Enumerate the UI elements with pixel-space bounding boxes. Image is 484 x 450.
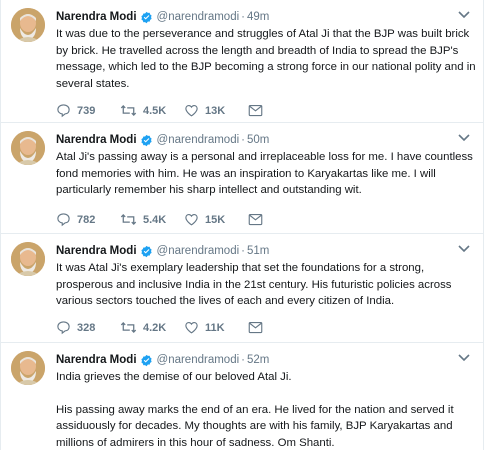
retweet-count: 5.4K	[143, 213, 167, 226]
reply-button[interactable]: 739	[56, 103, 120, 118]
retweet-count: 4.5K	[143, 104, 167, 117]
author-name[interactable]: Narendra Modi	[56, 354, 137, 366]
reply-icon	[57, 213, 70, 227]
tweet-paragraph: His passing away marks the end of an era…	[56, 403, 454, 449]
tweet-3[interactable]: Narendra Modi @narendramodi · 51m It was…	[1, 234, 483, 343]
tweet-text: Atal Ji's passing away is a personal and…	[56, 149, 476, 199]
like-count: 11K	[205, 321, 225, 334]
reply-icon	[57, 321, 70, 335]
avatar[interactable]	[11, 242, 45, 276]
tweet-paragraph: It was Atal Ji's exemplary leadership th…	[56, 262, 452, 307]
verified-badge-icon	[140, 245, 152, 257]
retweet-button[interactable]: 5.4K	[120, 212, 184, 227]
retweet-icon	[120, 214, 137, 225]
direct-message-button[interactable]	[248, 213, 269, 226]
author-name[interactable]: Narendra Modi	[56, 245, 137, 257]
timestamp[interactable]: 51m	[247, 245, 269, 257]
timestamp[interactable]: 52m	[247, 354, 269, 366]
reply-count: 328	[77, 321, 96, 334]
tweet-paragraph: India grieves the demise of our beloved …	[56, 371, 292, 383]
tweet-paragraph: It was due to the perseverance and strug…	[56, 28, 476, 90]
direct-message-button[interactable]	[248, 321, 269, 334]
verified-badge-icon	[140, 11, 152, 23]
verified-badge-icon	[140, 354, 152, 366]
heart-icon	[185, 321, 198, 334]
avatar[interactable]	[11, 351, 45, 385]
like-button[interactable]: 11K	[184, 320, 248, 335]
timestamp[interactable]: 49m	[247, 11, 269, 23]
author-handle[interactable]: @narendramodi	[157, 134, 240, 146]
retweet-count: 4.2K	[143, 321, 167, 334]
tweet-header: Narendra Modi @narendramodi · 49m	[56, 9, 269, 25]
like-count: 15K	[205, 213, 226, 226]
tweet-4[interactable]: Narendra Modi @narendramodi · 52m India …	[1, 343, 483, 450]
reply-count: 739	[77, 104, 96, 117]
tweet-text: It was Atal Ji's exemplary leadership th…	[56, 260, 476, 310]
tweet-text: It was due to the perseverance and strug…	[56, 26, 476, 92]
retweet-icon	[120, 322, 137, 333]
tweet-actions: 739 4.5K 13K	[56, 103, 269, 118]
retweet-button[interactable]: 4.2K	[120, 320, 184, 335]
like-button[interactable]: 13K	[184, 103, 248, 118]
reply-button[interactable]: 328	[56, 320, 120, 335]
retweet-icon	[120, 105, 137, 116]
direct-message-icon	[248, 104, 263, 117]
separator-dot: ·	[241, 134, 245, 146]
author-name[interactable]: Narendra Modi	[56, 11, 137, 23]
separator-dot: ·	[241, 11, 245, 23]
separator-dot: ·	[241, 354, 245, 366]
author-handle[interactable]: @narendramodi	[157, 11, 240, 23]
tweet-actions: 328 4.2K 11K	[56, 320, 269, 335]
tweet-header: Narendra Modi @narendramodi · 52m	[56, 352, 269, 368]
author-handle[interactable]: @narendramodi	[157, 354, 240, 366]
heart-icon	[185, 213, 198, 226]
direct-message-icon	[248, 321, 263, 334]
avatar[interactable]	[11, 8, 45, 42]
author-name[interactable]: Narendra Modi	[56, 134, 137, 146]
chevron-down-icon[interactable]	[457, 352, 471, 364]
tweet-paragraph: Atal Ji's passing away is a personal and…	[56, 151, 473, 196]
tweet-1[interactable]: Narendra Modi @narendramodi · 49m It was…	[1, 0, 483, 123]
verified-badge-icon	[140, 134, 152, 146]
heart-icon	[185, 104, 198, 117]
tweet-2[interactable]: Narendra Modi @narendramodi · 50m Atal J…	[1, 123, 483, 234]
retweet-button[interactable]: 4.5K	[120, 103, 184, 118]
timeline-feed: Narendra Modi @narendramodi · 49m It was…	[0, 0, 484, 450]
direct-message-icon	[248, 213, 263, 226]
reply-button[interactable]: 782	[56, 212, 120, 227]
direct-message-button[interactable]	[248, 104, 269, 117]
tweet-text: India grieves the demise of our beloved …	[56, 369, 476, 450]
author-handle[interactable]: @narendramodi	[157, 245, 240, 257]
chevron-down-icon[interactable]	[457, 9, 471, 21]
tweet-actions: 782 5.4K 15K	[56, 212, 269, 227]
chevron-down-icon[interactable]	[457, 243, 471, 255]
separator-dot: ·	[241, 245, 245, 257]
timestamp[interactable]: 50m	[247, 134, 269, 146]
like-button[interactable]: 15K	[184, 212, 248, 227]
reply-icon	[57, 104, 70, 118]
reply-count: 782	[77, 213, 96, 226]
like-count: 13K	[205, 104, 226, 117]
tweet-header: Narendra Modi @narendramodi · 50m	[56, 132, 269, 148]
tweet-header: Narendra Modi @narendramodi · 51m	[56, 243, 269, 259]
avatar[interactable]	[11, 131, 45, 165]
chevron-down-icon[interactable]	[457, 132, 471, 144]
